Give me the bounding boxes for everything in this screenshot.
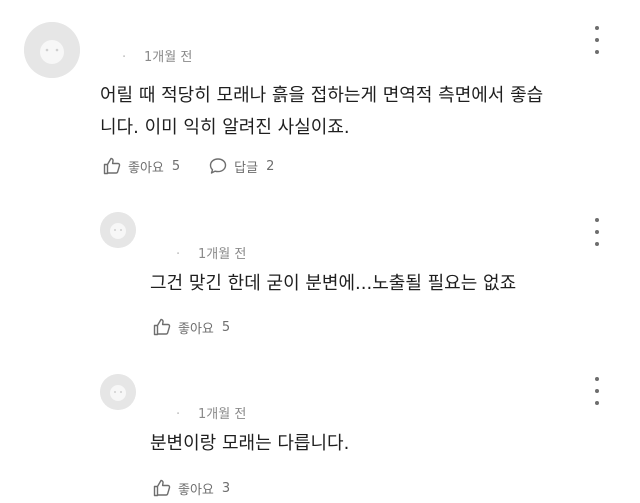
author-name[interactable]: · [122, 50, 144, 65]
comment-actions: 좋아요 5 답글 2 [102, 156, 274, 176]
comment-text-line: 분변이랑 모래는 다릅니다. [150, 433, 350, 454]
like-label: 좋아요 [178, 482, 214, 498]
author-name[interactable]: · [176, 407, 198, 422]
comment-meta: · 1개월 전 [176, 403, 246, 422]
like-count: 5 [171, 158, 181, 174]
default-avatar-icon [100, 374, 136, 410]
more-options-icon[interactable] [590, 218, 604, 246]
comment-actions: 좋아요 5 [152, 317, 230, 337]
comment-text-line: 니다. 이미 익히 알려진 사실이죠. [100, 117, 350, 138]
comment-meta: · 1개월 전 [176, 243, 246, 262]
thumbs-up-icon [103, 157, 121, 175]
comment-text-line: 어릴 때 적당히 모래나 흙을 접하는게 면역적 측면에서 좋습 [100, 85, 544, 106]
like-label: 좋아요 [128, 160, 164, 176]
reply-count: 2 [266, 158, 275, 174]
speech-bubble-icon [209, 158, 227, 174]
author-name[interactable]: · [176, 247, 198, 262]
like-button[interactable]: 좋아요 5 [152, 317, 230, 337]
more-options-icon[interactable] [590, 26, 604, 54]
thumbs-up-icon [153, 318, 171, 336]
comment-time: 1개월 전 [198, 247, 247, 262]
like-label: 좋아요 [178, 321, 214, 337]
comment-text: 어릴 때 적당히 모래나 흙을 접하는게 면역적 측면에서 좋습 니다. 이미 … [100, 80, 543, 144]
like-button[interactable]: 좋아요 3 [152, 478, 230, 498]
thumbs-up-icon [153, 479, 171, 497]
comment-text-line: 그건 맞긴 한데 굳이 분변에...노출될 필요는 없죠 [150, 273, 517, 294]
comment-time: 1개월 전 [144, 50, 193, 65]
more-options-icon[interactable] [590, 377, 604, 405]
comment-meta: · 1개월 전 [122, 46, 192, 65]
reply-label: 답글 [234, 160, 259, 176]
comment-time: 1개월 전 [198, 407, 247, 422]
avatar[interactable] [100, 212, 136, 248]
avatar[interactable] [24, 22, 80, 78]
comment-text: 분변이랑 모래는 다릅니다. [150, 428, 349, 460]
like-count: 3 [221, 480, 231, 496]
like-button[interactable]: 좋아요 5 [102, 156, 180, 176]
like-count: 5 [221, 319, 231, 335]
comment-text: 그건 맞긴 한데 굳이 분변에...노출될 필요는 없죠 [150, 268, 516, 300]
default-avatar-icon [24, 22, 80, 78]
default-avatar-icon [100, 212, 136, 248]
comment-actions: 좋아요 3 [152, 478, 230, 498]
reply-button[interactable]: 답글 2 [208, 156, 274, 176]
avatar[interactable] [100, 374, 136, 410]
